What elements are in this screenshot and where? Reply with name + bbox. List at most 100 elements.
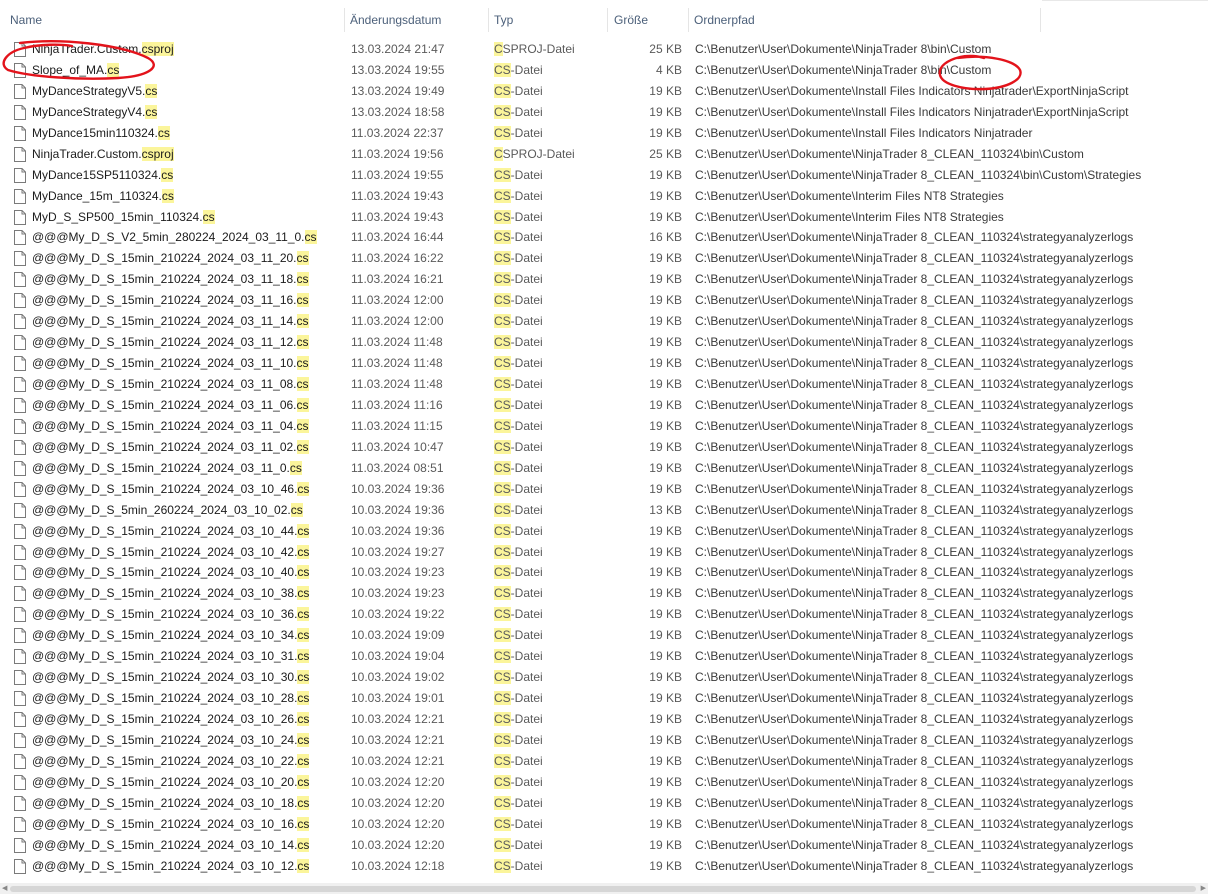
file-row[interactable]: @@@My_D_S_15min_210224_2024_03_10_36.cs … (0, 604, 1208, 625)
file-type-rest: -Datei (510, 460, 543, 475)
column-header-path[interactable]: Ordnerpfad (690, 0, 1036, 40)
file-icon (14, 586, 26, 602)
file-row[interactable]: NinjaTrader.Custom.csproj 13.03.2024 21:… (0, 39, 1208, 60)
file-type-highlight: CS (494, 377, 511, 391)
column-divider[interactable] (607, 8, 608, 32)
file-name-base: @@@My_D_S_15min_210224_2024_03_10_20. (32, 774, 298, 789)
file-row[interactable]: @@@My_D_S_15min_210224_2024_03_10_42.cs … (0, 542, 1208, 563)
file-row[interactable]: NinjaTrader.Custom.csproj 11.03.2024 19:… (0, 144, 1208, 165)
file-row[interactable]: @@@My_D_S_15min_210224_2024_03_10_30.cs … (0, 667, 1208, 688)
file-icon (14, 188, 26, 204)
file-type-rest: -Datei (510, 335, 543, 350)
file-name: @@@My_D_S_15min_210224_2024_03_11_0.cs (32, 458, 302, 479)
file-row[interactable]: @@@My_D_S_15min_210224_2024_03_11_14.cs … (0, 311, 1208, 332)
file-extension-highlight: cs (297, 795, 310, 810)
file-row[interactable]: @@@My_D_S_15min_210224_2024_03_10_26.cs … (0, 709, 1208, 730)
scroll-right-icon[interactable]: ▶ (1201, 884, 1206, 894)
file-type-highlight: CS (494, 125, 511, 140)
file-name-base: @@@My_D_S_15min_210224_2024_03_10_46. (32, 481, 298, 496)
file-icon (14, 774, 26, 790)
file-row[interactable]: MyDanceStrategyV4.cs 13.03.2024 18:58 CS… (0, 102, 1208, 123)
file-icon (14, 523, 26, 539)
file-icon (14, 418, 26, 434)
scrollbar-thumb[interactable] (10, 886, 1196, 892)
file-row[interactable]: MyDanceStrategyV5.cs 13.03.2024 19:49 CS… (0, 81, 1208, 102)
file-folder-path: C:\Benutzer\User\Dokumente\NinjaTrader 8… (695, 628, 1134, 643)
column-header-size[interactable]: Größe (610, 0, 690, 40)
file-size: 19 KB (649, 795, 682, 810)
column-header-type[interactable]: Typ (490, 0, 607, 40)
file-size: 19 KB (649, 397, 682, 412)
file-row[interactable]: @@@My_D_S_15min_210224_2024_03_11_10.cs … (0, 353, 1208, 374)
file-folder-path: C:\Benutzer\User\Dokumente\NinjaTrader 8… (695, 753, 1134, 768)
file-row[interactable]: @@@My_D_S_5min_260224_2024_03_10_02.cs 1… (0, 500, 1208, 521)
file-row[interactable]: @@@My_D_S_15min_210224_2024_03_10_18.cs … (0, 793, 1208, 814)
file-row[interactable]: @@@My_D_S_15min_210224_2024_03_10_34.cs … (0, 625, 1208, 646)
file-type-highlight: CS (494, 418, 511, 433)
file-row[interactable]: @@@My_D_S_15min_210224_2024_03_11_08.cs … (0, 374, 1208, 395)
file-modified-date: 13.03.2024 19:49 (351, 83, 445, 98)
file-row[interactable]: @@@My_D_S_15min_210224_2024_03_11_02.cs … (0, 437, 1208, 458)
file-type: CS-Datei (494, 542, 543, 563)
file-row[interactable]: @@@My_D_S_15min_210224_2024_03_10_16.cs … (0, 814, 1208, 835)
file-type: CS-Datei (494, 793, 543, 814)
file-icon (14, 335, 26, 351)
file-row[interactable]: @@@My_D_S_V2_5min_280224_2024_03_11_0.cs… (0, 227, 1208, 248)
file-row[interactable]: @@@My_D_S_15min_210224_2024_03_10_12.cs … (0, 856, 1208, 877)
file-row[interactable]: @@@My_D_S_15min_210224_2024_03_11_16.cs … (0, 290, 1208, 311)
file-type-rest: -Datei (510, 272, 543, 287)
file-row[interactable]: @@@My_D_S_15min_210224_2024_03_10_24.cs … (0, 730, 1208, 751)
file-row[interactable]: MyDance15SP5110324.cs 11.03.2024 19:55 C… (0, 165, 1208, 186)
file-name-base: @@@My_D_S_15min_210224_2024_03_11_12. (32, 335, 297, 350)
file-modified-date: 13.03.2024 21:47 (351, 42, 445, 56)
column-divider[interactable] (688, 8, 689, 32)
file-row[interactable]: @@@My_D_S_15min_210224_2024_03_10_14.cs … (0, 835, 1208, 856)
file-row[interactable]: @@@My_D_S_15min_210224_2024_03_10_38.cs … (0, 583, 1208, 604)
file-folder-path: C:\Benutzer\User\Dokumente\NinjaTrader 8… (695, 732, 1134, 747)
file-modified-date: 10.03.2024 19:02 (351, 670, 445, 685)
file-row[interactable]: @@@My_D_S_15min_210224_2024_03_10_20.cs … (0, 772, 1208, 793)
file-modified-date: 11.03.2024 19:43 (351, 188, 444, 203)
file-row[interactable]: @@@My_D_S_15min_210224_2024_03_11_04.cs … (0, 416, 1208, 437)
scroll-left-icon[interactable]: ◀ (2, 884, 7, 894)
column-divider[interactable] (1040, 8, 1041, 32)
file-row[interactable]: @@@My_D_S_15min_210224_2024_03_11_12.cs … (0, 332, 1208, 353)
file-extension-highlight: csproj (141, 42, 174, 56)
file-modified-date: 11.03.2024 08:51 (351, 460, 444, 475)
file-type: CS-Datei (494, 604, 543, 625)
file-row[interactable]: @@@My_D_S_15min_210224_2024_03_10_31.cs … (0, 646, 1208, 667)
file-size: 19 KB (649, 167, 682, 182)
file-row[interactable]: @@@My_D_S_15min_210224_2024_03_11_0.cs 1… (0, 458, 1208, 479)
file-name-base: @@@My_D_S_15min_210224_2024_03_10_40. (32, 565, 298, 580)
file-extension-highlight: cs (297, 753, 310, 768)
file-icon (14, 377, 26, 392)
file-row[interactable]: @@@My_D_S_15min_210224_2024_03_11_20.cs … (0, 248, 1208, 269)
file-folder-path: C:\Benutzer\User\Dokumente\NinjaTrader 8… (695, 795, 1134, 810)
file-name: @@@My_D_S_15min_210224_2024_03_10_31.cs (32, 646, 310, 667)
column-divider[interactable] (344, 8, 345, 32)
file-row[interactable]: MyD_S_SP500_15min_110324.cs 11.03.2024 1… (0, 207, 1208, 228)
file-icon (14, 272, 26, 288)
file-row[interactable]: MyDance15min110324.cs 11.03.2024 22:37 C… (0, 123, 1208, 144)
file-row[interactable]: @@@My_D_S_15min_210224_2024_03_10_28.cs … (0, 688, 1208, 709)
file-size: 19 KB (649, 858, 682, 873)
file-row[interactable]: Slope_of_MA.cs 13.03.2024 19:55 CS-Datei… (0, 60, 1208, 81)
file-row[interactable]: @@@My_D_S_15min_210224_2024_03_10_46.cs … (0, 479, 1208, 500)
file-type-rest: -Datei (510, 586, 543, 601)
column-divider[interactable] (488, 8, 489, 32)
file-type-highlight: CS (494, 272, 511, 287)
file-type-rest: -Datei (510, 104, 543, 119)
file-row[interactable]: @@@My_D_S_15min_210224_2024_03_10_44.cs … (0, 521, 1208, 542)
file-row[interactable]: MyDance_15m_110324.cs 11.03.2024 19:43 C… (0, 186, 1208, 207)
column-header-date[interactable]: Änderungsdatum (346, 0, 488, 40)
file-folder-path: C:\Benutzer\User\Dokumente\NinjaTrader 8… (695, 230, 1134, 245)
file-row[interactable]: @@@My_D_S_15min_210224_2024_03_10_22.cs … (0, 751, 1208, 772)
column-header-name[interactable]: Name (6, 0, 344, 40)
file-row[interactable]: @@@My_D_S_15min_210224_2024_03_11_06.cs … (0, 395, 1208, 416)
file-row[interactable]: @@@My_D_S_15min_210224_2024_03_11_18.cs … (0, 269, 1208, 290)
file-type-highlight: CS (494, 858, 511, 873)
file-size: 19 KB (649, 670, 682, 685)
file-icon (14, 83, 26, 99)
file-row[interactable]: @@@My_D_S_15min_210224_2024_03_10_40.cs … (0, 562, 1208, 583)
file-name-base: @@@My_D_S_15min_210224_2024_03_11_02. (32, 439, 297, 454)
